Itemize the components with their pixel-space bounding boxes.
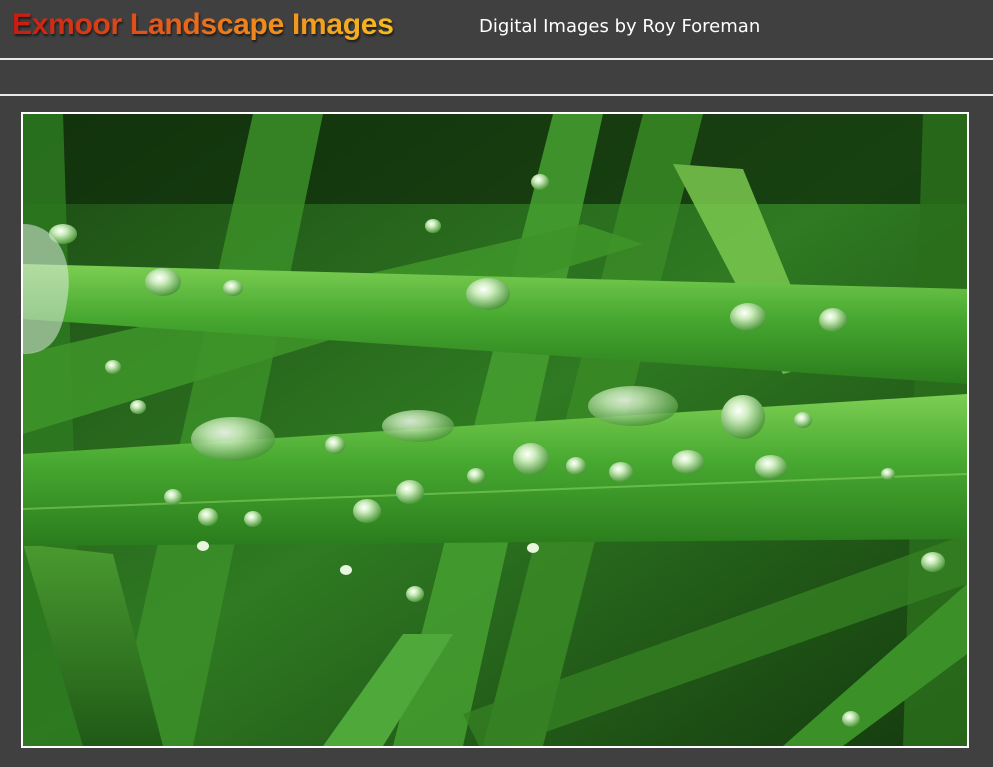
- site-title[interactable]: Exmoor Landscape Images: [12, 8, 394, 42]
- site-tagline: Digital Images by Roy Foreman: [479, 16, 761, 37]
- photo-frame: [21, 112, 969, 748]
- nav-bar: [0, 60, 993, 94]
- nav-divider: [0, 94, 993, 96]
- grass-droplets-photo[interactable]: [23, 114, 967, 746]
- site-header: Exmoor Landscape Images Digital Images b…: [0, 0, 993, 58]
